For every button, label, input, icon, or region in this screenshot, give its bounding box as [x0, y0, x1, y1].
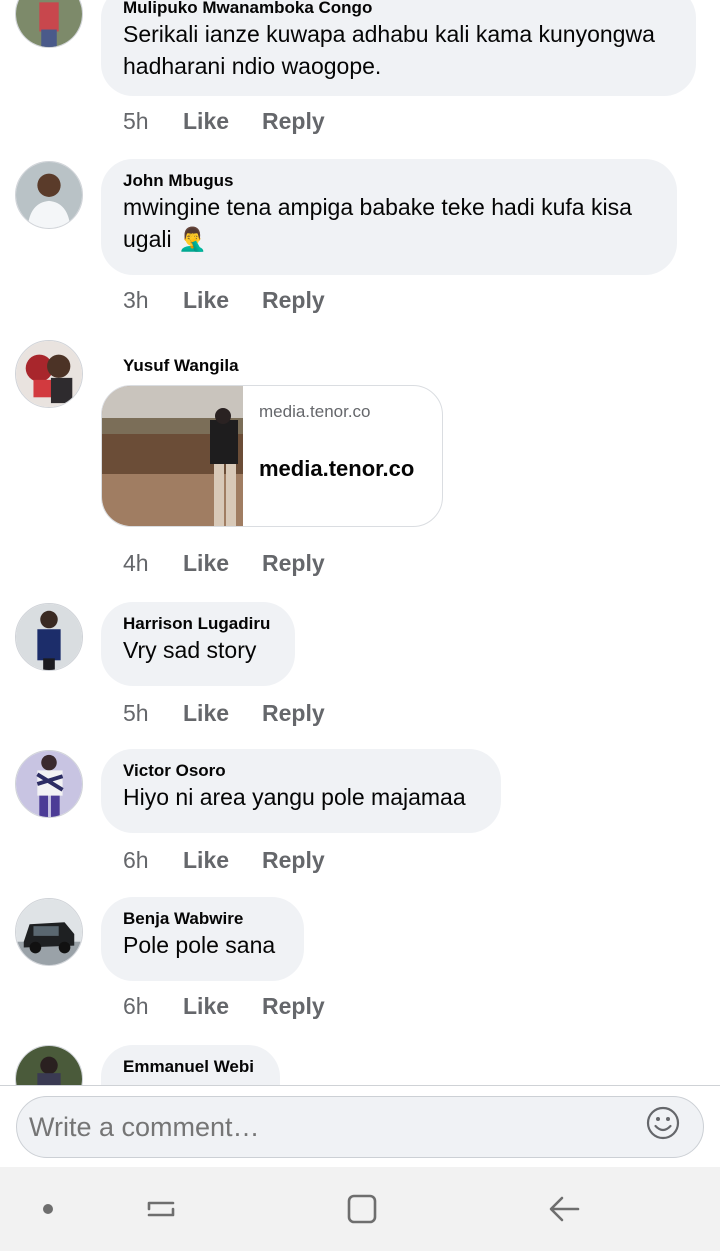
comment-text: Serikali ianze kuwapa adhabu kali kama k…	[123, 21, 655, 79]
comment-author[interactable]: Victor Osoro	[123, 761, 479, 781]
comment-time[interactable]: 3h	[123, 287, 183, 314]
avatar[interactable]	[15, 340, 83, 408]
home-icon[interactable]	[342, 1189, 382, 1229]
comment-author[interactable]: Emmanuel Webi	[123, 1057, 258, 1077]
comment-text: Hiyo ni area yangu pole majamaa	[123, 784, 466, 810]
comment-composer	[0, 1085, 720, 1167]
comment-bubble: Benja Wabwire Pole pole sana	[101, 897, 304, 981]
link-thumbnail	[102, 386, 243, 526]
comment-actions: 6h Like Reply	[123, 993, 325, 1020]
comment-actions: 4h Like Reply	[123, 550, 325, 577]
comment-author[interactable]: John Mbugus	[123, 171, 655, 191]
avatar[interactable]	[15, 1045, 83, 1085]
comment-text: Pole pole sana	[123, 932, 276, 958]
comment-time[interactable]: 6h	[123, 993, 183, 1020]
comment-text: mwingine tena ampiga babake teke hadi ku…	[123, 194, 632, 252]
avatar[interactable]	[15, 898, 83, 966]
comment-time[interactable]: 4h	[123, 550, 183, 577]
comment-author[interactable]: Mulipuko Mwanamboka Congo	[123, 0, 674, 18]
comment-author[interactable]: Harrison Lugadiru	[123, 614, 273, 634]
comments-feed[interactable]: Mulipuko Mwanamboka Congo Serikali ianze…	[0, 0, 720, 1085]
link-title[interactable]: media.tenor.co	[259, 456, 414, 482]
comment-time[interactable]: 6h	[123, 847, 183, 874]
like-button[interactable]: Like	[183, 993, 262, 1020]
system-navigation-bar	[0, 1167, 720, 1251]
like-button[interactable]: Like	[183, 550, 262, 577]
avatar[interactable]	[15, 603, 83, 671]
smiley-icon[interactable]	[646, 1106, 680, 1140]
avatar[interactable]	[15, 161, 83, 229]
like-button[interactable]: Like	[183, 108, 262, 135]
comment-actions: 5h Like Reply	[123, 108, 325, 135]
comment-bubble: Harrison Lugadiru Vry sad story	[101, 602, 295, 686]
avatar[interactable]	[15, 750, 83, 818]
reply-button[interactable]: Reply	[262, 287, 325, 314]
like-button[interactable]: Like	[183, 700, 262, 727]
like-button[interactable]: Like	[183, 287, 262, 314]
comment-author[interactable]: Yusuf Wangila	[123, 356, 239, 376]
comment-bubble: Mulipuko Mwanamboka Congo Serikali ianze…	[101, 0, 696, 96]
reply-button[interactable]: Reply	[262, 993, 325, 1020]
comment-bubble: Emmanuel Webi	[101, 1045, 280, 1085]
avatar[interactable]	[15, 0, 83, 48]
comment-actions: 5h Like Reply	[123, 700, 325, 727]
comment-actions: 6h Like Reply	[123, 847, 325, 874]
reply-button[interactable]: Reply	[262, 550, 325, 577]
link-preview-card[interactable]: media.tenor.co media.tenor.co	[101, 385, 443, 527]
comment-text: Vry sad story	[123, 637, 257, 663]
recent-apps-icon[interactable]	[141, 1189, 181, 1229]
comment-time[interactable]: 5h	[123, 108, 183, 135]
reply-button[interactable]: Reply	[262, 108, 325, 135]
back-icon[interactable]	[544, 1189, 584, 1229]
comment-author[interactable]: Benja Wabwire	[123, 909, 282, 929]
link-domain: media.tenor.co	[259, 402, 371, 421]
comment-actions: 3h Like Reply	[123, 287, 325, 314]
like-button[interactable]: Like	[183, 847, 262, 874]
dot-icon[interactable]	[28, 1189, 68, 1229]
comment-bubble: John Mbugus mwingine tena ampiga babake …	[101, 159, 677, 275]
comment-time[interactable]: 5h	[123, 700, 183, 727]
comment-bubble: Victor Osoro Hiyo ni area yangu pole maj…	[101, 749, 501, 833]
comment-input[interactable]	[16, 1096, 704, 1158]
reply-button[interactable]: Reply	[262, 847, 325, 874]
reply-button[interactable]: Reply	[262, 700, 325, 727]
